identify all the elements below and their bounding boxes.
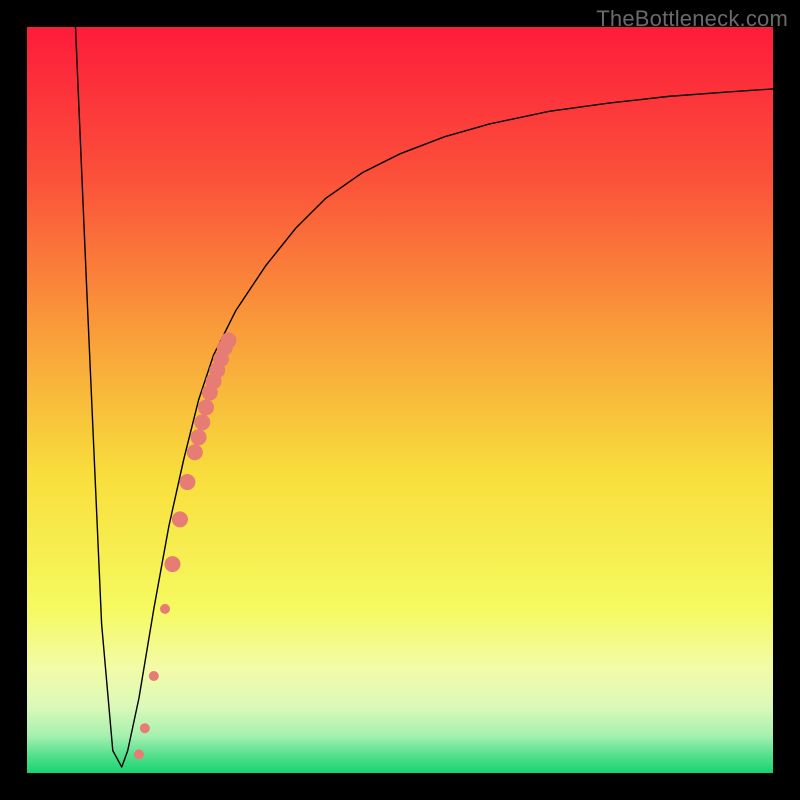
scatter-dot: [149, 671, 159, 681]
chart-background: [27, 27, 773, 773]
chart-frame: TheBottleneck.com: [0, 0, 800, 800]
scatter-dot: [140, 723, 150, 733]
watermark-text: TheBottleneck.com: [596, 6, 788, 32]
scatter-dot: [187, 444, 203, 460]
scatter-dot: [220, 332, 236, 348]
scatter-dot: [191, 429, 207, 445]
scatter-dot: [198, 399, 214, 415]
scatter-dot: [194, 414, 210, 430]
scatter-dot: [172, 511, 188, 527]
scatter-dot: [179, 474, 195, 490]
chart-svg: [27, 27, 773, 773]
chart-plot-area: [27, 27, 773, 773]
scatter-dot: [134, 749, 144, 759]
scatter-dot: [164, 556, 180, 572]
scatter-dot: [160, 604, 170, 614]
